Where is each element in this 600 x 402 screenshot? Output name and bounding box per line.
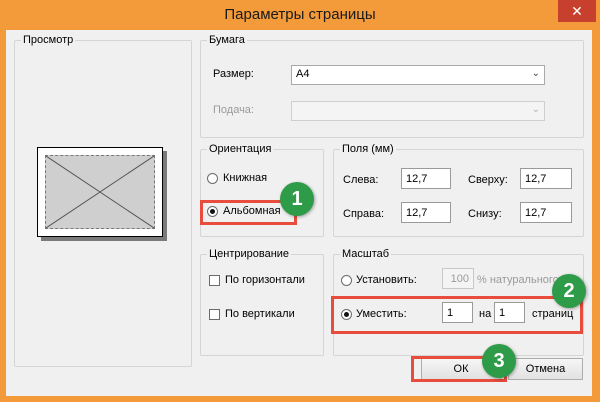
- preview-cross-icon: [46, 156, 154, 228]
- cancel-button[interactable]: Отмена: [508, 358, 583, 380]
- margin-left-input[interactable]: [401, 168, 451, 189]
- scale-percent-suffix: % натурального: [477, 274, 559, 286]
- paper-group: Бумага Размер: A4 ⌄ Подача: ⌄: [200, 34, 584, 138]
- margins-label: Поля (мм): [340, 143, 396, 155]
- close-button[interactable]: ✕: [558, 0, 596, 22]
- window-frame: Просмотр Бумага Размер: A4 ⌄ Подача: ⌄ О…: [0, 30, 600, 402]
- preview-label: Просмотр: [21, 34, 76, 46]
- scale-adjust-label: Установить:: [356, 274, 417, 286]
- step-badge-2: 2: [552, 274, 586, 308]
- dialog-body: Просмотр Бумага Размер: A4 ⌄ Подача: ⌄ О…: [6, 30, 592, 396]
- scale-adjust-radio[interactable]: [341, 275, 352, 286]
- margin-left-label: Слева:: [343, 174, 379, 186]
- margin-bottom-label: Снизу:: [468, 208, 502, 220]
- centering-group: Центрирование По горизонтали По вертикал…: [200, 248, 324, 356]
- center-horizontal-checkbox[interactable]: [209, 275, 220, 286]
- paper-label: Бумага: [207, 34, 247, 46]
- chevron-down-icon: ⌄: [531, 104, 540, 115]
- preview-printable-area: [45, 155, 155, 229]
- margin-right-label: Справа:: [343, 208, 385, 220]
- paper-source-label: Подача:: [213, 104, 254, 116]
- paper-size-select[interactable]: A4 ⌄: [291, 65, 545, 85]
- centering-label: Центрирование: [207, 248, 292, 260]
- step-badge-3: 3: [482, 344, 516, 378]
- paper-source-select[interactable]: ⌄: [291, 101, 545, 121]
- margins-group: Поля (мм) Слева: Сверху: Справа: Снизу:: [333, 143, 584, 237]
- margin-top-input[interactable]: [520, 168, 572, 189]
- portrait-label: Книжная: [223, 172, 268, 184]
- chevron-down-icon: ⌄: [531, 68, 540, 79]
- paper-size-value: A4: [296, 68, 310, 80]
- scale-percent-input[interactable]: [442, 268, 474, 289]
- margin-top-label: Сверху:: [468, 174, 508, 186]
- preview-group: Просмотр: [14, 34, 192, 367]
- highlight-fit: [331, 296, 583, 334]
- step-badge-1: 1: [280, 182, 314, 216]
- window-title: Параметры страницы: [224, 6, 376, 23]
- page-preview: [37, 147, 163, 237]
- orientation-label: Ориентация: [207, 143, 274, 155]
- margin-right-input[interactable]: [401, 202, 451, 223]
- portrait-radio[interactable]: [207, 173, 218, 184]
- center-vertical-checkbox[interactable]: [209, 309, 220, 320]
- title-bar: Параметры страницы ✕: [0, 0, 600, 31]
- close-icon: ✕: [571, 3, 583, 19]
- center-horizontal-label: По горизонтали: [225, 274, 305, 286]
- paper-size-label: Размер:: [213, 68, 254, 80]
- scale-label: Масштаб: [340, 248, 392, 260]
- center-vertical-label: По вертикали: [225, 308, 295, 320]
- margin-bottom-input[interactable]: [520, 202, 572, 223]
